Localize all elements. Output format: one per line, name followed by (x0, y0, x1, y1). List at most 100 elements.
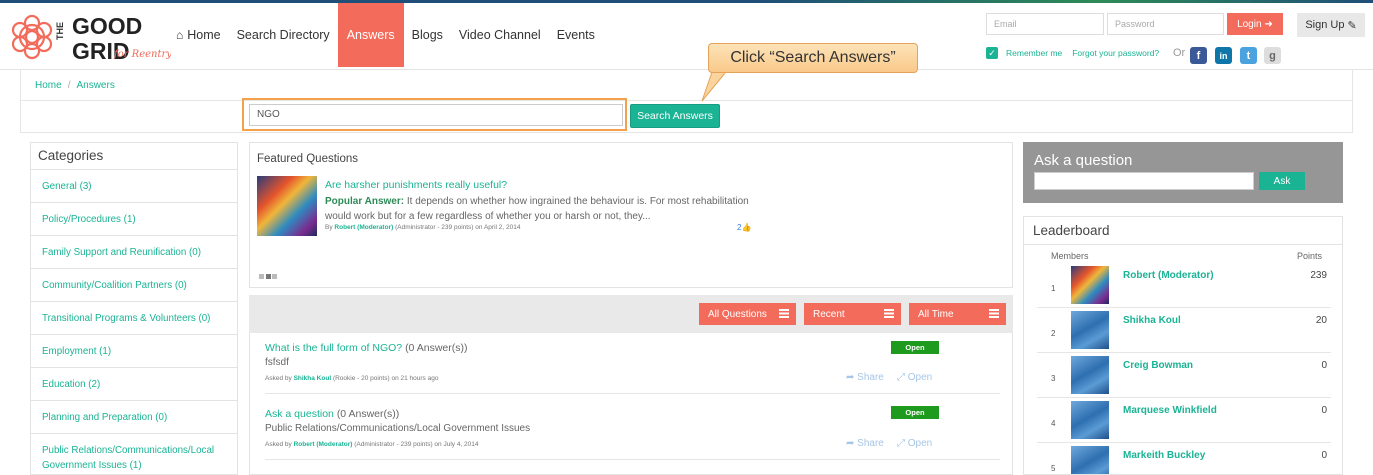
question-author-link[interactable]: Shikha Koul (294, 375, 332, 382)
remember-label[interactable]: Remember me (1006, 48, 1062, 58)
password-field[interactable]: Password (1107, 13, 1224, 35)
member-link[interactable]: Robert (Moderator) (1123, 270, 1214, 281)
question-description: fsfsdf (265, 357, 289, 368)
open-action[interactable]: ⤢ Open (897, 438, 932, 449)
avatar[interactable] (1071, 266, 1109, 304)
breadcrumb-current[interactable]: Answers (76, 80, 114, 91)
recent-label: Recent (813, 308, 845, 320)
open-action[interactable]: ⤢ Open (897, 372, 932, 383)
logo-tagline: for Reentry (113, 49, 171, 60)
main-nav: ⌂ Home Search Directory Answers Blogs Vid… (168, 3, 603, 67)
category-item[interactable]: Employment (1) (31, 335, 237, 368)
question-title-link[interactable]: What is the full form of NGO? (265, 342, 402, 354)
expand-icon: ⤢ (897, 372, 905, 383)
member-link[interactable]: Marquese Winkfield (1123, 405, 1217, 416)
logo-good: GOOD (72, 13, 142, 39)
question-author-link[interactable]: Robert (Moderator) (294, 441, 353, 448)
category-item[interactable]: Transitional Programs & Volunteers (0) (31, 302, 237, 335)
email-field[interactable]: Email (986, 13, 1104, 35)
facebook-icon[interactable]: f (1190, 47, 1207, 64)
open-label: Open (907, 372, 933, 383)
category-item[interactable]: Planning and Preparation (0) (31, 401, 237, 434)
question-author-meta: (Rookie - 20 points) on 21 hours ago (332, 375, 439, 382)
avatar[interactable] (1071, 401, 1109, 439)
question-description: Public Relations/Communications/Local Go… (265, 423, 531, 434)
linkedin-icon[interactable]: in (1215, 47, 1232, 64)
remember-checkbox[interactable]: ✓ (986, 47, 998, 59)
thumbs-up-icon: 👍 (741, 223, 752, 232)
twitter-icon[interactable]: t (1240, 47, 1257, 64)
featured-author-avatar (257, 176, 317, 236)
all-time-label: All Time (918, 308, 954, 320)
good-grid-logo[interactable]: THE GOOD GRID for Reentry (6, 9, 171, 65)
member-points: 0 (1321, 360, 1327, 371)
member-link[interactable]: Creig Bowman (1123, 360, 1193, 371)
divider (265, 393, 1000, 394)
remember-row: ✓ Remember me Forgot your password? (986, 47, 1159, 59)
all-time-filter[interactable]: All Time (909, 303, 1006, 325)
avatar[interactable] (1071, 446, 1109, 474)
category-item[interactable]: Policy/Procedures (1) (31, 203, 237, 236)
search-answers-button[interactable]: Search Answers (630, 104, 720, 128)
nav-answers[interactable]: Answers (337, 3, 404, 67)
featured-answer: Popular Answer: It depends on whether ho… (325, 194, 755, 224)
category-item[interactable]: General (3) (31, 170, 237, 203)
featured-question-link[interactable]: Are harsher punishments really useful? (325, 179, 507, 191)
question-list: What is the full form of NGO? (0 Answer(… (249, 333, 1013, 475)
status-badge: Open (891, 341, 939, 354)
breadcrumb-home[interactable]: Home (35, 80, 62, 91)
site-header: THE GOOD GRID for Reentry ⌂ Home Search D… (0, 3, 1373, 70)
avatar[interactable] (1071, 311, 1109, 349)
ask-button[interactable]: Ask (1259, 172, 1305, 190)
question-title-link[interactable]: Ask a question (265, 408, 334, 420)
all-questions-label: All Questions (708, 308, 767, 320)
edit-icon: ✎ (1347, 19, 1357, 32)
breadcrumb: Home / Answers (35, 80, 115, 91)
share-action[interactable]: ➦ Share (846, 438, 884, 449)
featured-author-link[interactable]: Robert (Moderator) (334, 224, 393, 231)
leaderboard-title: Leaderboard (1024, 217, 1342, 245)
leaderboard-row: 1 Robert (Moderator) 239 (1037, 262, 1331, 308)
nav-events[interactable]: Events (549, 3, 603, 67)
signup-button[interactable]: Sign Up ✎ (1297, 13, 1365, 37)
category-item[interactable]: Public Relations/Communications/Local Go… (31, 434, 237, 474)
carousel-dots[interactable] (259, 274, 277, 279)
ask-question-input[interactable] (1034, 172, 1254, 190)
share-icon: ➦ (846, 372, 855, 383)
share-icon: ➦ (846, 438, 855, 449)
rank: 3 (1051, 374, 1056, 383)
nav-home[interactable]: ⌂ Home (168, 3, 229, 67)
popular-answer-label: Popular Answer: (325, 196, 405, 207)
featured-likes[interactable]: 2👍 (737, 223, 751, 232)
search-highlight-box (242, 98, 627, 131)
callout-pointer (701, 72, 727, 102)
rank: 1 (1051, 284, 1056, 293)
leaderboard-panel: Leaderboard Members Points 1 Robert (Mod… (1023, 216, 1343, 475)
expand-icon: ⤢ (897, 438, 905, 449)
member-link[interactable]: Markeith Buckley (1123, 450, 1205, 461)
share-label: Share (857, 372, 884, 383)
all-questions-filter[interactable]: All Questions (699, 303, 796, 325)
member-points: 239 (1310, 270, 1327, 281)
share-action[interactable]: ➦ Share (846, 372, 884, 383)
forgot-password-link[interactable]: Forgot your password? (1072, 48, 1159, 58)
logo-the: THE (55, 22, 65, 40)
nav-video-channel[interactable]: Video Channel (451, 3, 549, 67)
login-label: Login (1237, 18, 1262, 30)
avatar[interactable] (1071, 356, 1109, 394)
nav-search-directory[interactable]: Search Directory (229, 3, 338, 67)
leaderboard-row: 4 Marquese Winkfield 0 (1037, 397, 1331, 443)
login-button[interactable]: Login ➜ (1227, 13, 1283, 35)
ask-question-panel: Ask a question Ask (1023, 142, 1343, 203)
nav-blogs[interactable]: Blogs (404, 3, 451, 67)
member-link[interactable]: Shikha Koul (1123, 315, 1181, 326)
category-item[interactable]: Education (2) (31, 368, 237, 401)
featured-by: By (325, 224, 333, 231)
category-item[interactable]: Community/Coalition Partners (0) (31, 269, 237, 302)
google-icon[interactable]: g (1264, 47, 1281, 64)
featured-date: on April 2, 2014 (475, 224, 521, 231)
category-item[interactable]: Family Support and Reunification (0) (31, 236, 237, 269)
leaderboard-row: 2 Shikha Koul 20 (1037, 307, 1331, 353)
recent-filter[interactable]: Recent (804, 303, 901, 325)
or-label: Or (1173, 47, 1186, 59)
